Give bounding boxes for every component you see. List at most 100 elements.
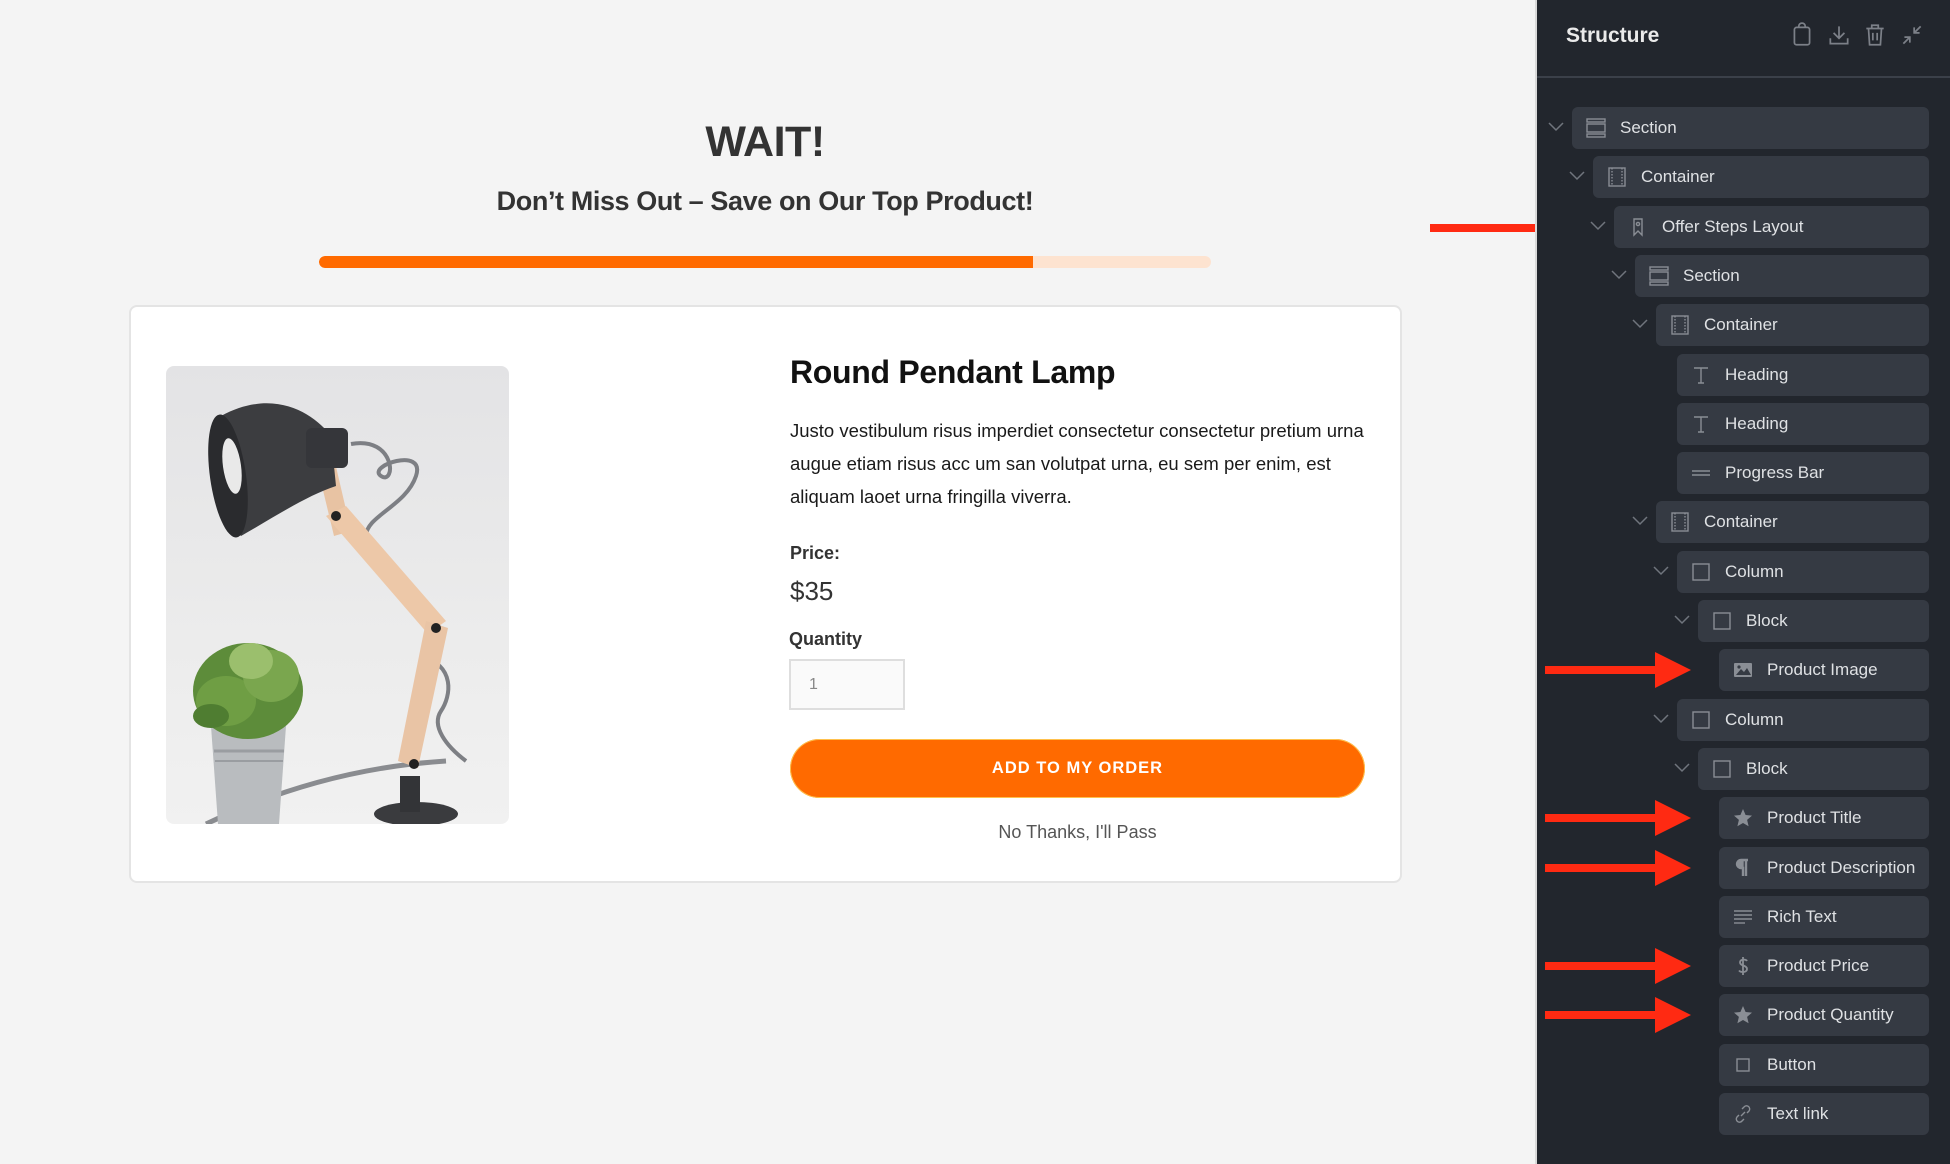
section-icon: [1648, 265, 1670, 287]
tree-item-label: Product Image: [1767, 660, 1878, 679]
add-to-order-button[interactable]: ADD TO MY ORDER: [790, 739, 1365, 798]
progress-bar-fill: [319, 256, 1033, 268]
tree-item-product-price[interactable]: Product Price: [1719, 945, 1929, 987]
tree-item-label: Product Title: [1767, 808, 1862, 827]
structure-panel: Structure Section Container Offer Steps La…: [1535, 0, 1950, 1164]
star-icon: [1732, 807, 1754, 829]
price-label: Price:: [790, 543, 841, 563]
chevron-down-icon[interactable]: [1546, 107, 1566, 149]
download-icon[interactable]: [1826, 22, 1852, 48]
tree-item-label: Container: [1641, 167, 1715, 186]
product-title: Round Pendant Lamp: [790, 354, 1116, 390]
dollar-icon: [1732, 955, 1754, 977]
product-description: Justo vestibulum risus imperdiet consect…: [790, 420, 1364, 507]
annotation-arrow-product-quantity: [1545, 997, 1691, 1033]
chevron-down-icon[interactable]: [1588, 206, 1608, 248]
tree-item-heading[interactable]: Heading: [1677, 403, 1929, 445]
product-image: [166, 366, 509, 824]
tree-item-label: Heading: [1725, 365, 1789, 384]
offer-subheading: Don’t Miss Out – Save on Our Top Product…: [496, 186, 1034, 216]
container-icon: [1606, 166, 1628, 188]
tree-item-label: Heading: [1725, 414, 1789, 433]
progress-bar-icon: [1690, 462, 1712, 484]
section-icon: [1585, 117, 1607, 139]
annotation-arrow-product-price: [1545, 948, 1691, 984]
tree-item-offer-steps-layout[interactable]: Offer Steps Layout: [1614, 206, 1929, 248]
tree-item-label: Section: [1620, 118, 1677, 137]
clipboard-icon[interactable]: [1789, 22, 1815, 48]
tree-item-label: Product Quantity: [1767, 1005, 1894, 1024]
tree-item-product-quantity[interactable]: Product Quantity: [1719, 994, 1929, 1036]
button-icon: [1732, 1054, 1754, 1076]
structure-panel-title: Structure: [1566, 24, 1660, 47]
decline-offer-link[interactable]: No Thanks, I'll Pass: [790, 822, 1365, 843]
tree-item-label: Product Description: [1767, 858, 1916, 877]
box-icon: [1690, 561, 1712, 583]
chevron-down-icon[interactable]: [1651, 699, 1671, 741]
annotation-arrow-product-image: [1545, 652, 1691, 688]
pilcrow-icon: [1732, 857, 1754, 879]
tree-item-product-description[interactable]: Product Description: [1719, 847, 1929, 889]
star-icon: [1732, 1004, 1754, 1026]
tree-item-product-title[interactable]: Product Title: [1719, 797, 1929, 839]
tree-item-product-image[interactable]: Product Image: [1719, 649, 1929, 691]
quantity-input[interactable]: [789, 659, 905, 710]
tree-item-section[interactable]: Section: [1572, 107, 1929, 149]
tree-item-progress-bar[interactable]: Progress Bar: [1677, 452, 1929, 494]
tree-item-label: Column: [1725, 562, 1784, 581]
tree-item-label: Container: [1704, 512, 1778, 531]
tree-item-column[interactable]: Column: [1677, 699, 1929, 741]
quantity-label: Quantity: [789, 629, 863, 649]
chevron-down-icon[interactable]: [1609, 255, 1629, 297]
chevron-down-icon[interactable]: [1630, 304, 1650, 346]
tree-item-button[interactable]: Button: [1719, 1044, 1929, 1086]
tree-item-label: Container: [1704, 315, 1778, 334]
tree-item-container[interactable]: Container: [1593, 156, 1929, 198]
rich-text-icon: [1732, 906, 1754, 928]
progress-bar: [319, 256, 1211, 268]
heading-icon: [1690, 364, 1712, 386]
box-icon: [1690, 709, 1712, 731]
box-icon: [1711, 610, 1733, 632]
tree-item-container[interactable]: Container: [1656, 304, 1929, 346]
tree-item-label: Rich Text: [1767, 907, 1837, 926]
chevron-down-icon[interactable]: [1630, 501, 1650, 543]
tree-item-label: Block: [1746, 611, 1788, 630]
offer-card: Round Pendant Lamp Justo vestibulum risu…: [129, 305, 1402, 883]
bookmark-icon: [1627, 216, 1649, 238]
tree-item-text-link[interactable]: Text link: [1719, 1093, 1929, 1135]
tree-item-label: Offer Steps Layout: [1662, 217, 1804, 236]
tree-item-label: Product Price: [1767, 956, 1870, 975]
tree-item-column[interactable]: Column: [1677, 551, 1929, 593]
chevron-down-icon[interactable]: [1567, 156, 1587, 198]
tree-item-container[interactable]: Container: [1656, 501, 1929, 543]
tree-item-label: Column: [1725, 710, 1784, 729]
trash-icon[interactable]: [1862, 22, 1888, 48]
heading-icon: [1690, 413, 1712, 435]
lamp-photo: [193, 403, 468, 824]
container-icon: [1669, 511, 1691, 533]
annotation-arrow-product-title: [1545, 800, 1691, 836]
product-price: $35: [790, 576, 834, 606]
tree-item-label: Block: [1746, 759, 1788, 778]
collapse-icon[interactable]: [1899, 22, 1925, 48]
wait-heading: WAIT!: [705, 118, 825, 166]
container-icon: [1669, 314, 1691, 336]
chevron-down-icon[interactable]: [1672, 600, 1692, 642]
tree-item-heading[interactable]: Heading: [1677, 354, 1929, 396]
tree-item-block[interactable]: Block: [1698, 600, 1929, 642]
tree-item-rich-text[interactable]: Rich Text: [1719, 896, 1929, 938]
tree-item-block[interactable]: Block: [1698, 748, 1929, 790]
tree-item-label: Section: [1683, 266, 1740, 285]
image-icon: [1732, 659, 1754, 681]
page-canvas: WAIT! Don’t Miss Out – Save on Our Top P…: [0, 0, 1576, 1164]
annotation-arrow-product-description: [1545, 850, 1691, 886]
link-icon: [1732, 1103, 1754, 1125]
chevron-down-icon[interactable]: [1651, 551, 1671, 593]
tree-item-label: Progress Bar: [1725, 463, 1825, 482]
chevron-down-icon[interactable]: [1672, 748, 1692, 790]
structure-panel-header: Structure: [1537, 0, 1950, 78]
tree-item-label: Text link: [1767, 1104, 1829, 1123]
tree-item-section[interactable]: Section: [1635, 255, 1929, 297]
tree-item-label: Button: [1767, 1055, 1817, 1074]
